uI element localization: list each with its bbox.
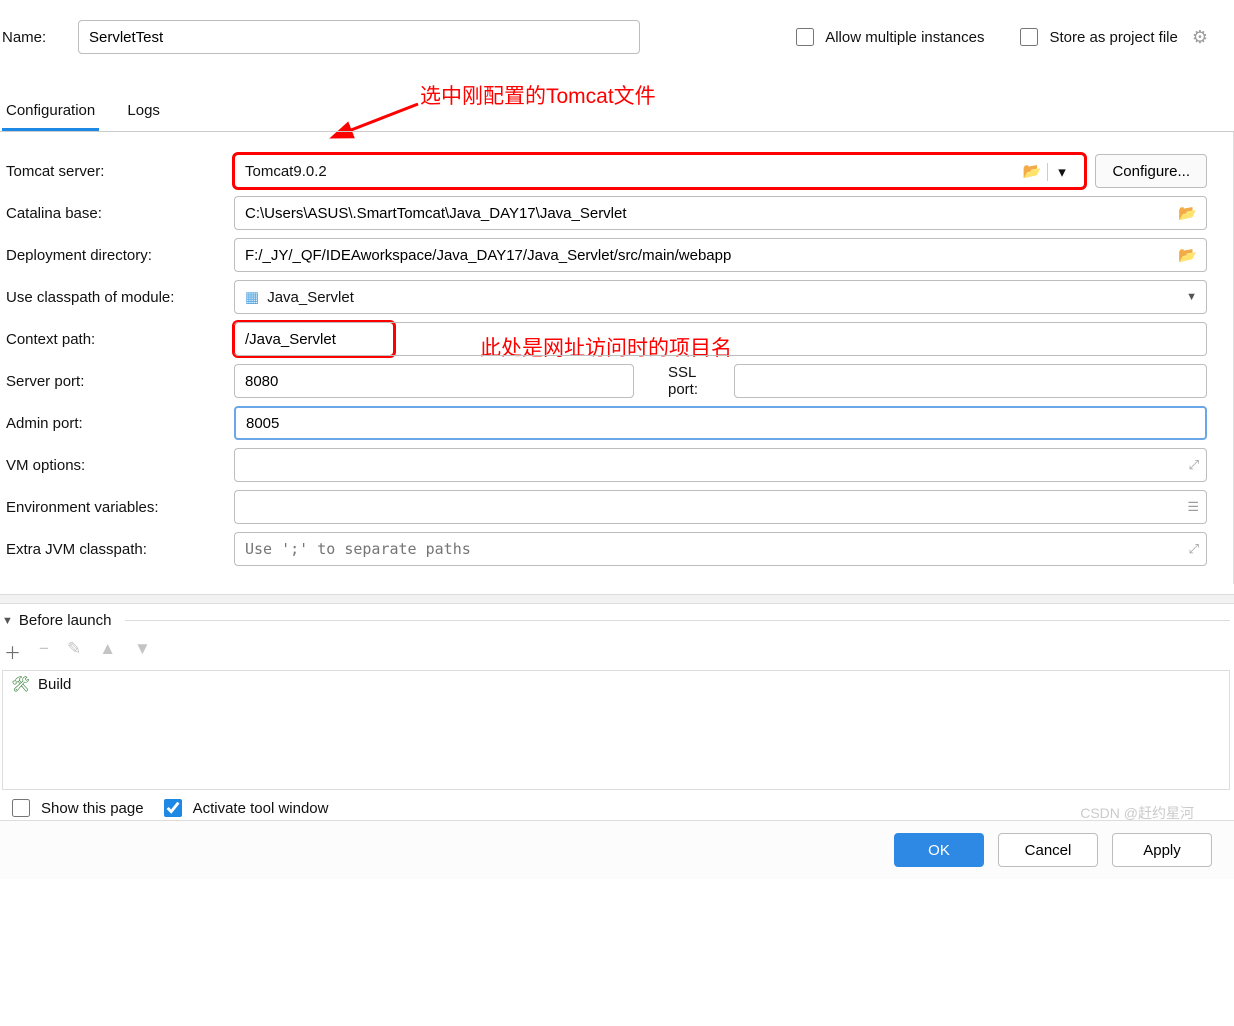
chevron-down-icon[interactable]: ▼ xyxy=(1186,291,1197,303)
ssl-port-input[interactable] xyxy=(734,364,1207,398)
classpath-module-value: Java_Servlet xyxy=(267,289,354,306)
collapse-triangle-icon[interactable]: ▼ xyxy=(2,615,13,627)
hammer-icon: 🛠 xyxy=(11,675,30,693)
store-project-file-label: Store as project file xyxy=(1049,29,1177,46)
admin-port-input[interactable] xyxy=(234,406,1207,440)
catalina-base-input[interactable] xyxy=(234,196,1207,230)
tab-configuration[interactable]: Configuration xyxy=(2,94,99,131)
catalina-base-label: Catalina base: xyxy=(4,205,224,222)
vm-options-input[interactable] xyxy=(234,448,1207,482)
tab-logs[interactable]: Logs xyxy=(123,94,164,128)
tomcat-server-select[interactable]: Tomcat9.0.2 xyxy=(234,154,1085,188)
configure-button[interactable]: Configure... xyxy=(1095,154,1207,188)
folder-icon[interactable]: 📂 xyxy=(1178,246,1197,264)
list-item-label: Build xyxy=(38,676,71,693)
extra-jvm-label: Extra JVM classpath: xyxy=(4,541,224,558)
show-this-page-checkbox[interactable]: Show this page xyxy=(8,796,144,820)
before-launch-title: Before launch xyxy=(19,612,112,629)
vm-options-label: VM options: xyxy=(4,457,224,474)
ok-button[interactable]: OK xyxy=(894,833,984,867)
folder-icon[interactable]: 📂 xyxy=(1023,162,1042,180)
classpath-module-select[interactable]: ▦ Java_Servlet xyxy=(234,280,1207,314)
expand-icon[interactable]: ⤢ xyxy=(1189,541,1199,557)
remove-button: − xyxy=(39,639,49,664)
list-item[interactable]: 🛠 Build xyxy=(3,671,1229,697)
edit-button: ✎ xyxy=(67,639,81,664)
watermark: CSDN @赶约星河 xyxy=(1080,803,1194,823)
deployment-dir-input[interactable] xyxy=(234,238,1207,272)
allow-multiple-checkbox[interactable]: Allow multiple instances xyxy=(792,25,984,49)
server-port-input[interactable] xyxy=(234,364,634,398)
tomcat-server-label: Tomcat server: xyxy=(4,163,224,180)
store-project-file-checkbox[interactable]: Store as project file xyxy=(1016,25,1177,49)
context-path-label: Context path: xyxy=(4,331,224,348)
deployment-dir-label: Deployment directory: xyxy=(4,247,224,264)
ssl-port-label: SSL port: xyxy=(644,364,724,398)
classpath-module-label: Use classpath of module: xyxy=(4,289,224,306)
separator xyxy=(0,594,1234,604)
tomcat-server-value: Tomcat9.0.2 xyxy=(245,163,327,180)
activate-tool-window-checkbox[interactable]: Activate tool window xyxy=(160,796,329,820)
extra-jvm-input[interactable] xyxy=(234,532,1207,566)
gear-icon[interactable]: ⚙ xyxy=(1192,27,1208,48)
admin-port-label: Admin port: xyxy=(4,415,224,432)
env-vars-label: Environment variables: xyxy=(4,499,224,516)
context-path-input-boxed[interactable] xyxy=(234,322,394,356)
env-vars-input[interactable] xyxy=(234,490,1207,524)
folder-icon[interactable]: 📂 xyxy=(1178,204,1197,222)
cancel-button[interactable]: Cancel xyxy=(998,833,1098,867)
apply-button[interactable]: Apply xyxy=(1112,833,1212,867)
move-down-button: ▼ xyxy=(134,639,151,664)
allow-multiple-label: Allow multiple instances xyxy=(825,29,984,46)
expand-icon[interactable]: ⤢ xyxy=(1189,457,1199,473)
name-input[interactable] xyxy=(78,20,640,54)
module-icon: ▦ xyxy=(245,288,259,306)
move-up-button: ▲ xyxy=(99,639,116,664)
activate-tool-window-label: Activate tool window xyxy=(193,800,329,817)
add-button[interactable]: ＋ xyxy=(4,639,21,664)
list-icon[interactable]: ☰ xyxy=(1187,499,1199,515)
tomcat-server-dropdown-arrow[interactable]: ▾ xyxy=(1047,163,1075,181)
server-port-label: Server port: xyxy=(4,373,224,390)
show-this-page-label: Show this page xyxy=(41,800,144,817)
name-label: Name: xyxy=(2,29,64,46)
before-launch-list[interactable]: 🛠 Build xyxy=(2,670,1230,790)
